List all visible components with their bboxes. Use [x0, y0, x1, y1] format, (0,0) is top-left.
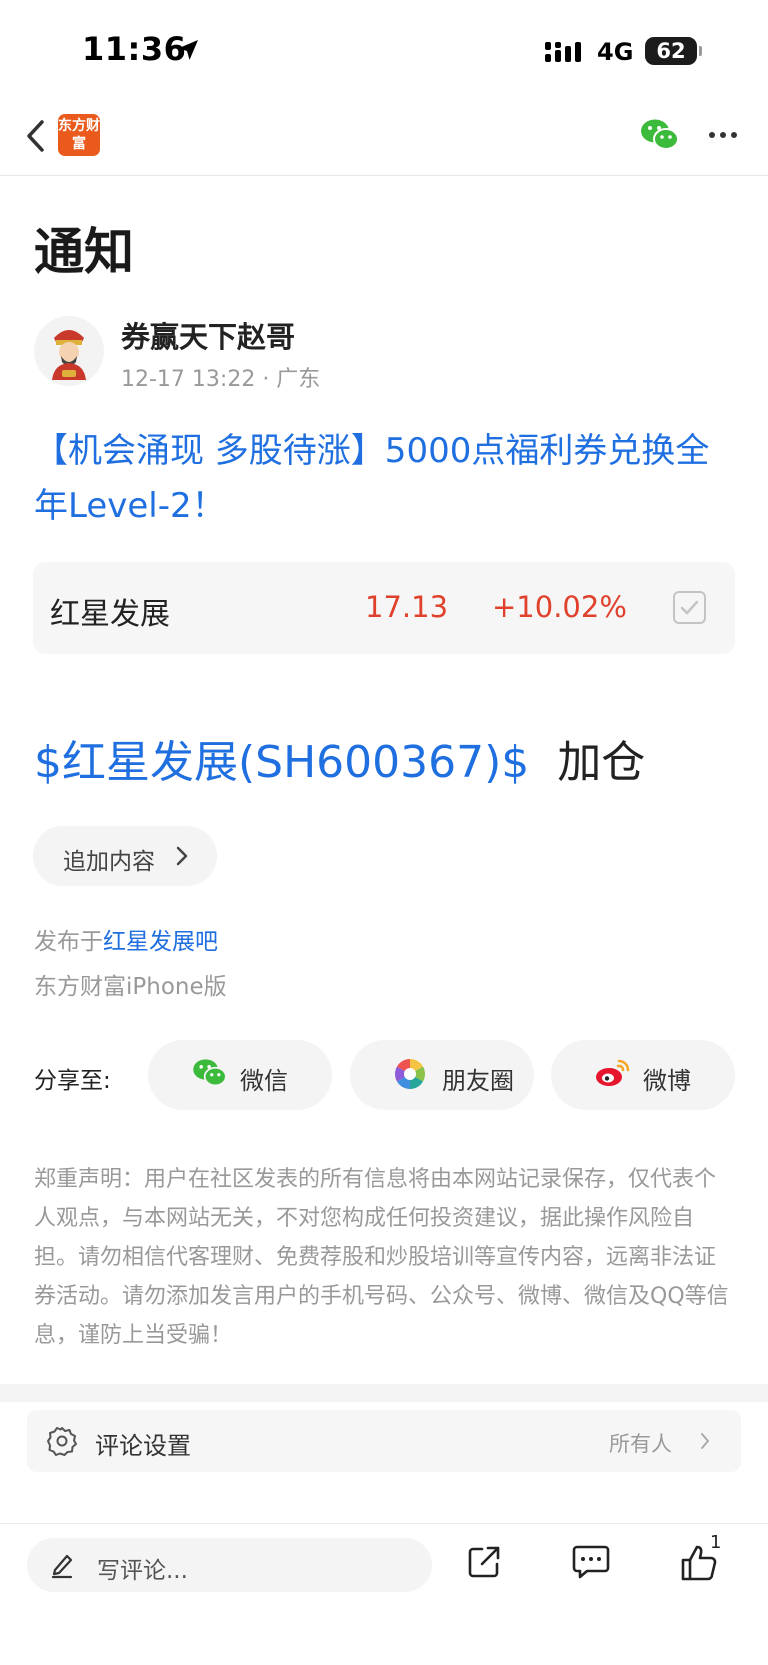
pencil-icon — [51, 1554, 73, 1579]
append-content-button[interactable]: 追加内容 — [33, 826, 217, 886]
cellular-signal-icon — [545, 42, 581, 62]
avatar-image — [52, 330, 86, 380]
posted-in-prefix: 发布于 — [34, 929, 103, 955]
posted-in: 发布于红星发展吧 — [34, 922, 218, 956]
share-label: 分享至: — [34, 1068, 111, 1094]
comment-settings-label: 评论设置 — [95, 1432, 191, 1460]
author-avatar[interactable] — [34, 316, 104, 386]
post-headline[interactable]: 【机会涌现 多股待涨】5000点福利券兑换全年Level-2！ — [34, 424, 734, 534]
share-moments-button[interactable]: 朋友圈 — [350, 1040, 534, 1110]
post-action-text: 加仓 — [557, 737, 646, 788]
comment-settings-row[interactable]: 评论设置 所有人 — [27, 1410, 741, 1472]
location-arrow-icon — [178, 40, 198, 60]
disclaimer-text: 郑重声明：用户在社区发表的所有信息将由本网站记录保存，仅代表个人观点，与本网站无… — [34, 1167, 729, 1348]
watchlist-checkbox[interactable] — [673, 591, 706, 624]
share-wechat-label: 微信 — [240, 1067, 288, 1095]
wechat-icon — [193, 1059, 227, 1087]
chevron-right-icon — [701, 1433, 709, 1449]
status-bar: 11:36 4G 62 — [0, 0, 768, 100]
status-time: 11:36 — [82, 30, 187, 68]
back-chevron-icon[interactable] — [24, 116, 48, 156]
app-logo-text: 东方财富 — [58, 118, 100, 152]
network-type: 4G — [597, 38, 634, 66]
section-divider — [0, 1384, 768, 1402]
forum-link[interactable]: 红星发展吧 — [103, 929, 218, 955]
like-count: 1 — [710, 1532, 722, 1553]
stock-change: +10.02% — [492, 590, 627, 624]
comment-settings-value: 所有人 — [609, 1432, 672, 1456]
platform-source: 东方财富iPhone版 — [34, 974, 227, 1000]
share-wechat-button[interactable]: 微信 — [148, 1040, 332, 1110]
share-external-icon[interactable] — [466, 1544, 502, 1580]
more-options-icon[interactable] — [708, 120, 738, 150]
battery-icon: 62 — [645, 37, 697, 65]
share-moments-label: 朋友圈 — [442, 1067, 514, 1095]
moments-icon — [394, 1059, 426, 1089]
post-body: $红星发展(SH600367)$ 加仓 — [34, 726, 645, 790]
comment-icon[interactable] — [572, 1544, 610, 1580]
post-meta: 12-17 13:22 · 广东 — [121, 367, 321, 392]
gear-icon — [47, 1427, 77, 1456]
share-weibo-label: 微博 — [643, 1067, 691, 1095]
author-name[interactable]: 券赢天下赵哥 — [121, 314, 295, 356]
stock-tag-link[interactable]: $红星发展(SH600367)$ — [34, 737, 529, 788]
stock-quote-card[interactable]: 红星发展 17.13 +10.02% — [33, 562, 735, 654]
battery-tip — [699, 46, 702, 56]
wechat-share-icon[interactable] — [640, 118, 680, 152]
stock-price: 17.13 — [365, 590, 449, 624]
share-weibo-button[interactable]: 微博 — [551, 1040, 735, 1110]
append-content-label: 追加内容 — [63, 849, 155, 875]
app-logo[interactable]: 东方财富 — [58, 114, 100, 156]
nav-bar: 东方财富 — [0, 100, 768, 176]
comment-input[interactable]: 写评论... — [27, 1538, 432, 1592]
chevron-right-icon — [176, 846, 188, 866]
comment-placeholder: 写评论... — [97, 1558, 188, 1584]
battery-level: 62 — [656, 39, 686, 63]
check-icon — [680, 600, 699, 615]
stock-name: 红星发展 — [50, 597, 170, 632]
bottom-action-bar: 写评论... 1 — [0, 1523, 768, 1665]
page-title: 通知 — [34, 223, 134, 281]
weibo-icon — [596, 1059, 630, 1086]
